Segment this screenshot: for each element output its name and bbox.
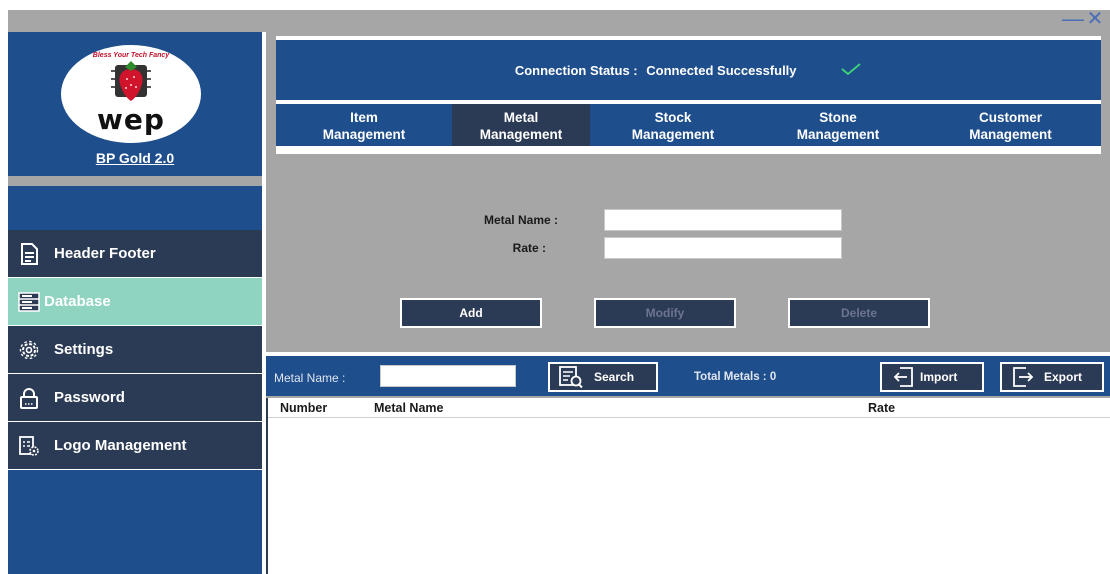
sidebar-item-settings[interactable]: Settings (8, 326, 262, 374)
sidebar-item-password[interactable]: Password (8, 374, 262, 422)
tab-stone-management[interactable]: Stone Management (756, 104, 920, 148)
connection-value: Connected Successfully (646, 62, 797, 78)
tab-label-line1: Metal (503, 110, 539, 125)
strawberry-chip-icon (111, 61, 151, 101)
close-button[interactable]: ✕ (1084, 8, 1106, 30)
import-button[interactable]: Import (880, 362, 984, 392)
brand-logo: Bless Your Tech Fancy wep (61, 45, 201, 143)
logo-settings-icon (18, 435, 40, 457)
import-button-label: Import (920, 370, 958, 384)
sidebar-item-logo-management[interactable]: Logo Management (8, 422, 262, 470)
lock-icon (18, 387, 40, 409)
tab-label-line1: Stock (654, 110, 692, 125)
sidebar: Bless Your Tech Fancy wep BP Gold 2.0 He… (8, 32, 262, 574)
tab-item-management[interactable]: Item Management (276, 104, 452, 148)
sidebar-item-label: Database (44, 293, 111, 310)
search-toolbar: Metal Name : Search Total Metals : 0 Imp… (266, 356, 1110, 396)
metals-table[interactable]: Number Metal Name Rate (266, 398, 1110, 574)
logo-wordmark: wep (97, 103, 165, 136)
tab-label-line1: Customer (978, 110, 1042, 125)
sidebar-item-label: Header Footer (54, 245, 156, 262)
tab-label-line2: Management (479, 127, 563, 142)
modify-button[interactable]: Modify (594, 298, 736, 328)
sidebar-item-database[interactable]: Database (8, 278, 262, 326)
sidebar-item-label: Password (54, 389, 125, 406)
rate-input[interactable] (604, 237, 842, 259)
tab-stock-management[interactable]: Stock Management (590, 104, 756, 148)
search-button-label: Search (594, 370, 635, 384)
tab-label-line2: Management (322, 127, 406, 142)
delete-button[interactable]: Delete (788, 298, 930, 328)
export-button[interactable]: Export (1000, 362, 1104, 392)
tab-label-line2: Management (631, 127, 715, 142)
header-panel: Connection Status : Connected Successful… (276, 36, 1101, 148)
tab-metal-management[interactable]: Metal Management (452, 104, 590, 148)
tab-label-line1: Item (350, 110, 378, 125)
header-bottom-border (276, 146, 1101, 154)
tab-label-line2: Management (796, 127, 880, 142)
sidebar-item-label: Logo Management (54, 437, 187, 454)
document-icon (18, 242, 40, 265)
app-name[interactable]: BP Gold 2.0 (8, 150, 262, 166)
export-button-label: Export (1044, 370, 1083, 384)
tab-label-line2: Management (969, 127, 1052, 142)
sidebar-menu: Header Footer Database Settings Password (8, 230, 262, 470)
add-button[interactable]: Add (400, 298, 542, 328)
column-header-metal-name[interactable]: Metal Name (374, 401, 443, 415)
tab-label-line1: Stone (819, 110, 857, 125)
search-button[interactable]: Search (548, 362, 658, 392)
sidebar-item-header-footer[interactable]: Header Footer (8, 230, 262, 278)
total-metals: Total Metals : 0 (694, 371, 777, 383)
logo-tagline: Bless Your Tech Fancy (92, 52, 170, 59)
minimize-button[interactable]: — (1062, 8, 1084, 30)
metal-name-input[interactable] (604, 209, 842, 231)
tab-bar: Item Management Metal Management Stock M… (276, 104, 1101, 148)
column-header-rate[interactable]: Rate (868, 401, 895, 415)
sidebar-item-label: Settings (54, 341, 114, 358)
search-label: Metal Name : (274, 371, 346, 385)
export-icon (1012, 366, 1034, 388)
search-icon (558, 365, 584, 389)
checkmark-icon (840, 62, 862, 81)
rate-label: Rate : (512, 241, 546, 255)
import-icon (892, 366, 914, 388)
connection-label: Connection Status : (514, 62, 638, 78)
search-input[interactable] (380, 365, 516, 387)
table-header: Number Metal Name Rate (268, 398, 1110, 418)
title-bar: — ✕ (8, 8, 1110, 32)
connection-status: Connection Status : Connected Successful… (276, 62, 1101, 81)
metal-name-label: Metal Name : (483, 213, 558, 227)
app-window: — ✕ Bless Your Tech Fancy wep BP Gold 2.… (8, 8, 1110, 574)
database-icon (18, 291, 40, 313)
gear-icon (18, 339, 40, 361)
sidebar-divider (8, 176, 262, 186)
column-header-number[interactable]: Number (280, 401, 327, 415)
tab-customer-management[interactable]: Customer Management (920, 104, 1101, 148)
